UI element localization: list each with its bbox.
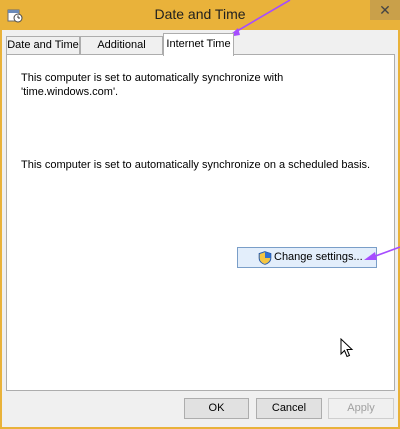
annotation-arrows	[228, 0, 400, 260]
arrow-to-internet-time-tab-icon	[228, 0, 291, 37]
arrow-to-change-settings-icon	[364, 246, 400, 260]
date-and-time-window: Date and Time ✕ Date and Time Additional…	[0, 0, 400, 429]
tab-internet-time[interactable]: Internet Time	[163, 33, 234, 56]
